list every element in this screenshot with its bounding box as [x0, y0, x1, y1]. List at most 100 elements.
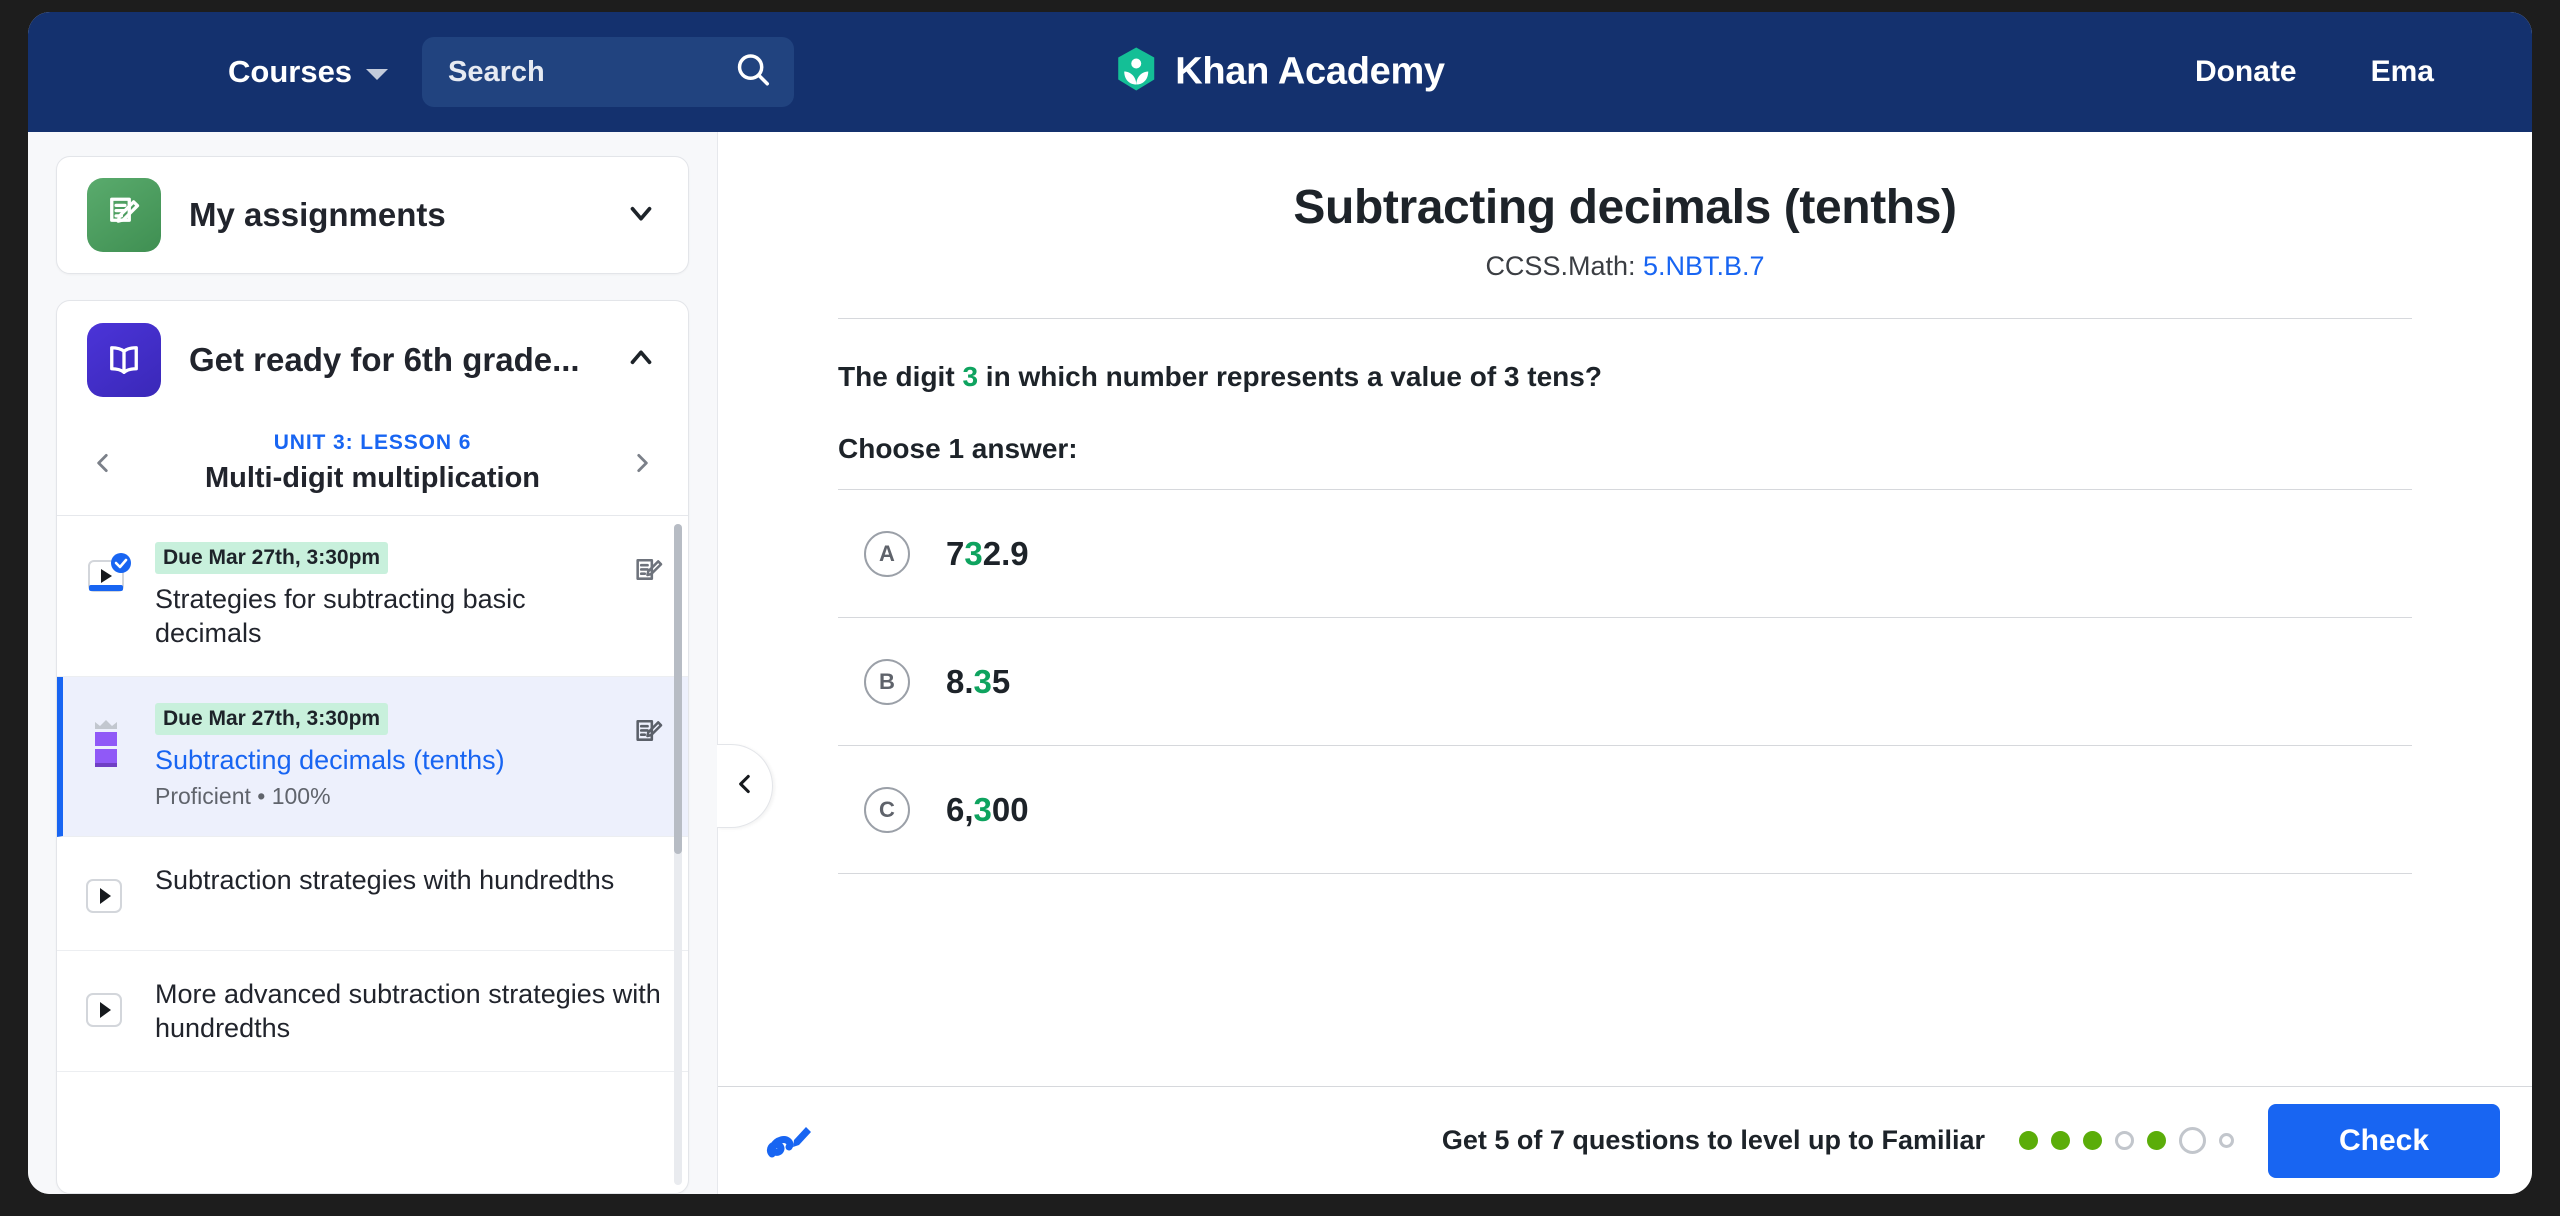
list-item-title: More advanced subtraction strategies wit… — [155, 979, 661, 1044]
list-item-active[interactable]: Due Mar 27th, 3:30pm Subtracting decimal… — [57, 677, 688, 838]
due-date-badge: Due Mar 27th, 3:30pm — [155, 703, 389, 736]
progress-dot-2 — [2051, 1131, 2070, 1150]
course-header[interactable]: Get ready for 6th grade... — [57, 301, 688, 419]
donate-link[interactable]: Donate — [2195, 55, 2297, 89]
browser-viewport: Courses Search Khan Academy Donate Ema M… — [28, 12, 2532, 1194]
unit-info: UNIT 3: LESSON 6 Multi-digit multiplicat… — [125, 431, 620, 495]
list-item-title: Subtraction strategies with hundredths — [155, 865, 615, 896]
exercise-panel: Subtracting decimals (tenths) CCSS.Math:… — [718, 132, 2532, 1194]
my-assignments-label: My assignments — [189, 196, 446, 233]
exercise-footer: Get 5 of 7 questions to level up to Fami… — [718, 1086, 2532, 1194]
choice-c-highlight: 3 — [973, 790, 992, 828]
list-item[interactable]: Subtraction strategies with hundredths — [57, 837, 688, 952]
list-item-title[interactable]: Subtracting decimals (tenths) — [155, 743, 618, 777]
chevron-down-icon[interactable] — [624, 196, 658, 235]
page-title: Subtracting decimals (tenths) — [1293, 181, 1957, 234]
assignment-clipboard-icon — [87, 178, 161, 252]
assignment-icon[interactable] — [632, 717, 666, 756]
search-input[interactable]: Search — [422, 37, 795, 107]
progress-dot-5 — [2147, 1131, 2166, 1150]
list-item-text: More advanced subtraction strategies wit… — [155, 977, 666, 1045]
video-icon — [83, 873, 141, 924]
divider — [838, 318, 2412, 319]
list-item[interactable]: More advanced subtraction strategies wit… — [57, 951, 688, 1073]
mastery-status: Proficient • 100% — [155, 783, 331, 810]
account-menu-button[interactable]: Ema — [2371, 55, 2434, 89]
answer-choices: A 732.9 B 8.35 C 6,300 — [838, 489, 2412, 874]
next-lesson-button[interactable] — [620, 441, 664, 485]
search-icon[interactable] — [734, 51, 772, 94]
choice-b-highlight: 3 — [973, 662, 992, 700]
choice-letter-a: A — [864, 530, 910, 577]
unit-lesson-label: UNIT 3: LESSON 6 — [273, 431, 472, 454]
video-icon-completed — [83, 552, 141, 607]
question-text: The digit 3 in which number represents a… — [838, 361, 2412, 393]
standard-prefix: CCSS.Math: — [1485, 251, 1643, 281]
mastery-bar-icon — [83, 713, 141, 774]
choose-instruction: Choose 1 answer: — [838, 433, 1078, 464]
standard-reference: CCSS.Math: 5.NBT.B.7 — [838, 251, 2412, 282]
chevron-up-icon[interactable] — [624, 341, 658, 380]
search-placeholder: Search — [448, 55, 545, 88]
lesson-list: Due Mar 27th, 3:30pm Strategies for subt… — [57, 515, 688, 1193]
page-body: My assignments Get ready for 6th grade..… — [28, 132, 2532, 1194]
site-header: Courses Search Khan Academy Donate Ema — [28, 12, 2532, 132]
question-highlight-digit: 3 — [962, 361, 979, 392]
brand-name: Khan Academy — [1175, 50, 1445, 93]
chevron-down-icon — [366, 68, 389, 80]
video-icon — [83, 987, 141, 1038]
answer-choice-a[interactable]: A 732.9 — [838, 490, 2412, 618]
chevron-left-icon — [732, 771, 758, 802]
question-progress-dots — [2019, 1127, 2234, 1154]
previous-lesson-button[interactable] — [81, 441, 125, 485]
progress-dot-7 — [2219, 1133, 2234, 1148]
choice-a-part-1: 7 — [946, 534, 965, 572]
unit-title: Multi-digit multiplication — [204, 462, 541, 494]
list-item-title: Strategies for subtracting basic decimal… — [155, 584, 526, 649]
list-item-text: Subtraction strategies with hundredths — [155, 863, 666, 897]
progress-dot-4 — [2115, 1131, 2134, 1150]
list-item-text: Due Mar 27th, 3:30pm Strategies for subt… — [155, 542, 618, 650]
courses-menu-button[interactable]: Courses — [228, 54, 389, 90]
sidebar-card-my-assignments[interactable]: My assignments — [56, 156, 689, 274]
sidebar-scrollbar-thumb[interactable] — [674, 524, 682, 854]
exercise-content: Subtracting decimals (tenths) CCSS.Math:… — [718, 132, 2532, 1086]
course-sidebar: My assignments Get ready for 6th grade..… — [28, 132, 718, 1194]
choice-a-part-2: 2.9 — [982, 534, 1029, 572]
answer-choice-c[interactable]: C 6,300 — [838, 746, 2412, 874]
khan-academy-leaf-logo-icon — [1115, 47, 1157, 98]
question-part-2: in which number represents a value of 3 … — [978, 361, 1602, 392]
choice-text-c: 6,300 — [946, 791, 1029, 829]
choice-letter-c: C — [864, 786, 910, 833]
question-part-1: The digit — [838, 361, 963, 392]
choice-text-a: 732.9 — [946, 535, 1029, 573]
progress-dot-1 — [2019, 1131, 2038, 1150]
list-item[interactable]: Due Mar 27th, 3:30pm Strategies for subt… — [57, 516, 688, 678]
list-item-text: Due Mar 27th, 3:30pm Subtracting decimal… — [155, 703, 618, 810]
choice-c-part-2: 00 — [991, 790, 1029, 828]
choice-b-part-2: 5 — [991, 662, 1011, 700]
level-up-status: Get 5 of 7 questions to level up to Fami… — [1441, 1125, 1985, 1155]
answer-choice-b[interactable]: B 8.35 — [838, 618, 2412, 746]
sidebar-card-course: Get ready for 6th grade... UNIT 3: LESSO… — [56, 300, 689, 1194]
choice-b-part-1: 8. — [946, 662, 974, 700]
assignment-icon[interactable] — [632, 556, 666, 595]
due-date-badge: Due Mar 27th, 3:30pm — [155, 542, 389, 574]
footer-right-group: Get 5 of 7 questions to level up to Fami… — [1441, 1103, 2500, 1178]
check-answer-button[interactable]: Check — [2268, 1103, 2500, 1178]
scratchpad-pencil-icon[interactable] — [762, 1116, 816, 1166]
choice-a-highlight: 3 — [964, 534, 983, 572]
brand-logo-group[interactable]: Khan Academy — [1115, 47, 1445, 98]
standard-code-link[interactable]: 5.NBT.B.7 — [1643, 251, 1765, 281]
open-book-icon — [87, 323, 161, 397]
unit-navigation: UNIT 3: LESSON 6 Multi-digit multiplicat… — [57, 419, 688, 515]
choice-text-b: 8.35 — [946, 663, 1010, 701]
progress-dot-6-current — [2179, 1127, 2206, 1154]
course-label: Get ready for 6th grade... — [189, 341, 580, 378]
courses-label: Courses — [228, 54, 353, 89]
choice-c-part-1: 6, — [946, 790, 974, 828]
progress-dot-3 — [2083, 1131, 2102, 1150]
header-right-nav: Donate Ema — [2195, 55, 2492, 89]
header-left-nav: Courses Search — [228, 37, 795, 107]
choice-letter-b: B — [864, 658, 910, 705]
